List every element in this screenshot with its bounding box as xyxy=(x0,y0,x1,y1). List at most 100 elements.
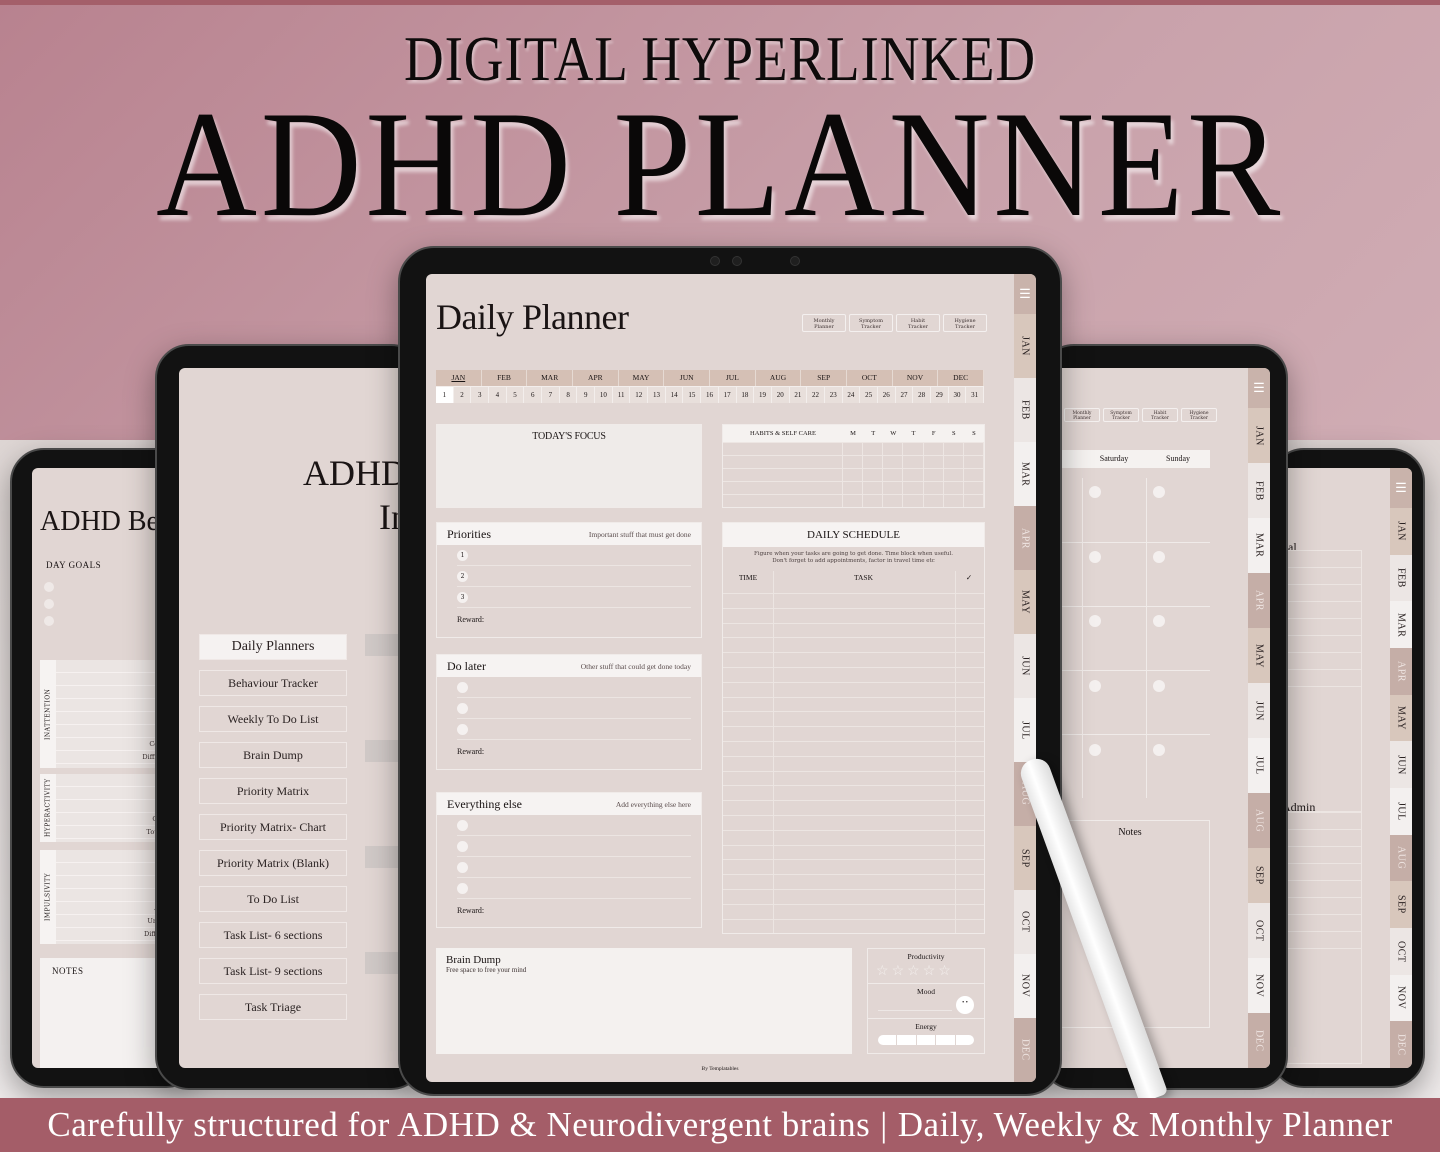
calendar-month-may[interactable]: MAY xyxy=(619,370,665,386)
section-box[interactable] xyxy=(1282,550,1362,812)
month-tab[interactable]: JUL xyxy=(1390,788,1412,835)
schedule-row[interactable] xyxy=(723,785,984,800)
star-icon[interactable]: ☆ xyxy=(876,964,892,979)
calendar-day[interactable]: 6 xyxy=(524,386,543,403)
star-rating[interactable]: ☆☆☆☆☆ xyxy=(876,963,954,980)
star-icon[interactable]: ☆ xyxy=(892,964,908,979)
schedule-row[interactable] xyxy=(723,814,984,830)
star-icon[interactable]: ☆ xyxy=(923,964,939,979)
schedule-row[interactable] xyxy=(723,681,984,697)
schedule-row[interactable] xyxy=(723,903,984,919)
reward-label[interactable]: Reward: xyxy=(437,899,701,915)
calendar-month-aug[interactable]: AUG xyxy=(756,370,802,386)
priority-item[interactable]: 3 xyxy=(457,587,691,608)
index-link[interactable]: Daily Planners xyxy=(199,634,347,660)
month-tab[interactable]: FEB xyxy=(1248,463,1270,518)
schedule-row[interactable] xyxy=(723,829,984,845)
month-tab[interactable]: NOV xyxy=(1390,974,1412,1022)
index-link[interactable]: Behaviour Tracker xyxy=(199,670,347,696)
calendar-day[interactable]: 1 xyxy=(436,386,454,403)
index-link[interactable]: Priority Matrix xyxy=(199,778,347,804)
calendar-day[interactable]: 9 xyxy=(577,386,596,403)
calendar-day[interactable]: 30 xyxy=(948,386,967,403)
task-checkbox[interactable] xyxy=(1089,615,1101,627)
month-tab[interactable]: OCT xyxy=(1014,890,1036,954)
month-tab[interactable]: JUN xyxy=(1248,683,1270,738)
quick-link-habit-tracker[interactable]: Habit Tracker xyxy=(1142,408,1178,422)
task-checkbox[interactable] xyxy=(1089,744,1101,756)
index-link[interactable]: Weekly To Do List xyxy=(199,706,347,732)
calendar-day[interactable]: 18 xyxy=(736,386,755,403)
calendar-day[interactable]: 26 xyxy=(877,386,896,403)
task-checkbox[interactable] xyxy=(1153,615,1165,627)
task-item[interactable] xyxy=(457,677,691,698)
task-item[interactable] xyxy=(457,815,691,836)
habit-row[interactable] xyxy=(723,494,984,507)
calendar-day[interactable]: 7 xyxy=(542,386,560,403)
month-tab[interactable]: MAR xyxy=(1014,442,1036,506)
calendar-day[interactable]: 25 xyxy=(860,386,878,403)
calendar-month-apr[interactable]: APR xyxy=(573,370,619,386)
month-tab[interactable]: APR xyxy=(1248,573,1270,628)
schedule-row[interactable] xyxy=(723,607,984,623)
reward-label[interactable]: Reward: xyxy=(437,740,701,756)
calendar-month-nov[interactable]: NOV xyxy=(893,370,939,386)
month-tab[interactable]: OCT xyxy=(1390,928,1412,975)
calendar-day[interactable]: 17 xyxy=(718,386,737,403)
calendar-month-sep[interactable]: SEP xyxy=(801,370,847,386)
schedule-row[interactable] xyxy=(723,711,984,726)
calendar-day[interactable]: 13 xyxy=(648,386,666,403)
calendar-day[interactable]: 3 xyxy=(471,386,490,403)
month-tab[interactable]: JUL xyxy=(1248,738,1270,793)
habit-row[interactable] xyxy=(723,455,984,468)
calendar-day[interactable]: 28 xyxy=(913,386,931,403)
index-link[interactable]: Brain Dump xyxy=(199,742,347,768)
schedule-grid[interactable] xyxy=(723,593,984,933)
task-checkbox[interactable] xyxy=(1153,551,1165,563)
month-tab[interactable]: JUN xyxy=(1390,741,1412,789)
task-checkbox[interactable] xyxy=(457,723,468,735)
month-tab[interactable]: JAN xyxy=(1248,408,1270,463)
task-checkbox[interactable] xyxy=(457,681,468,693)
energy-meter[interactable] xyxy=(878,1035,975,1045)
schedule-row[interactable] xyxy=(723,800,984,815)
reward-label[interactable]: Reward: xyxy=(437,608,701,624)
month-tab[interactable]: SEP xyxy=(1014,826,1036,890)
calendar-day[interactable]: 10 xyxy=(595,386,613,403)
goal-checkbox[interactable] xyxy=(44,616,54,626)
index-link[interactable]: Priority Matrix- Chart xyxy=(199,814,347,840)
month-tab[interactable]: JAN xyxy=(1390,508,1412,555)
task-checkbox[interactable] xyxy=(1153,486,1165,498)
star-icon[interactable]: ☆ xyxy=(938,964,954,979)
calendar-day[interactable]: 21 xyxy=(789,386,808,403)
month-tab[interactable]: NOV xyxy=(1014,954,1036,1018)
energy-segment[interactable] xyxy=(936,1035,955,1045)
schedule-row[interactable] xyxy=(723,622,984,638)
index-link[interactable]: To Do List xyxy=(199,886,347,912)
hamburger-menu-icon[interactable]: ☰ xyxy=(1014,274,1036,314)
month-tab[interactable]: MAR xyxy=(1248,518,1270,573)
goal-checkbox[interactable] xyxy=(44,582,54,592)
task-item[interactable] xyxy=(457,698,691,719)
calendar-month-jan[interactable]: JAN xyxy=(436,370,482,386)
brain-dump-box[interactable]: Brain Dump Free space to free your mind xyxy=(436,948,852,1054)
priority-item[interactable]: 1 xyxy=(457,545,691,566)
task-checkbox[interactable] xyxy=(1153,744,1165,756)
month-tab[interactable]: APR xyxy=(1014,506,1036,570)
task-checkbox[interactable] xyxy=(1153,680,1165,692)
calendar-month-oct[interactable]: OCT xyxy=(847,370,893,386)
energy-segment[interactable] xyxy=(916,1035,936,1045)
schedule-row[interactable] xyxy=(723,740,984,756)
task-checkbox[interactable] xyxy=(1089,486,1101,498)
index-link[interactable]: Task List- 9 sections xyxy=(199,958,347,984)
task-checkbox[interactable] xyxy=(457,861,468,873)
index-link[interactable]: Task List- 6 sections xyxy=(199,922,347,948)
schedule-row[interactable] xyxy=(723,859,984,874)
calendar-day[interactable]: 29 xyxy=(930,386,949,403)
calendar-day[interactable]: 12 xyxy=(630,386,649,403)
month-tab[interactable]: MAR xyxy=(1390,601,1412,649)
schedule-row[interactable] xyxy=(723,755,984,771)
calendar-day[interactable]: 31 xyxy=(966,386,984,403)
month-tab[interactable]: FEB xyxy=(1390,554,1412,602)
calendar-day[interactable]: 2 xyxy=(453,386,472,403)
